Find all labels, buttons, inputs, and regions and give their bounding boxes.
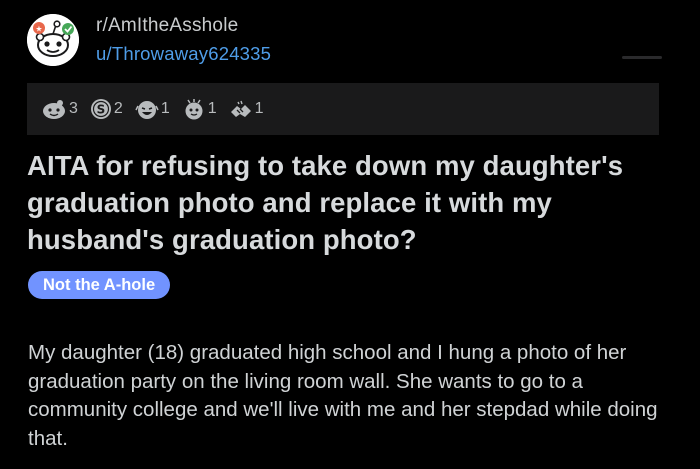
award-laughing[interactable]: 1	[135, 98, 170, 120]
face-award-icon	[185, 99, 203, 120]
svg-text:S: S	[97, 103, 106, 117]
author-username[interactable]: u/Throwaway624335	[96, 43, 271, 65]
post-flair[interactable]: Not the A-hole	[28, 271, 171, 299]
post-title[interactable]: AITA for refusing to take down my daught…	[27, 147, 677, 258]
wholesome-award-icon	[43, 100, 65, 119]
subreddit-name[interactable]: r/AmItheAsshole	[96, 15, 238, 37]
awards-bar[interactable]: 3 S 2 1 1 1	[27, 83, 659, 135]
post-body: My daughter (18) graduated high school a…	[28, 341, 658, 450]
award-wholesome[interactable]: 3	[41, 98, 78, 120]
award-silver[interactable]: S 2	[90, 98, 123, 120]
award-count: 1	[160, 100, 170, 117]
divider	[622, 56, 662, 59]
award-count: 1	[207, 100, 217, 117]
award-count: 2	[113, 100, 123, 117]
handshake-award-icon	[230, 100, 251, 117]
snoo-icon: ★	[27, 14, 79, 66]
award-face[interactable]: 1	[182, 98, 217, 120]
award-count: 1	[254, 100, 264, 117]
laughing-award-icon	[135, 101, 159, 119]
svg-text:★: ★	[35, 25, 42, 34]
award-handshake[interactable]: 1	[229, 98, 264, 120]
award-count: 3	[69, 100, 78, 117]
subreddit-avatar[interactable]: ★	[27, 14, 79, 66]
silver-award-icon: S	[90, 99, 111, 119]
